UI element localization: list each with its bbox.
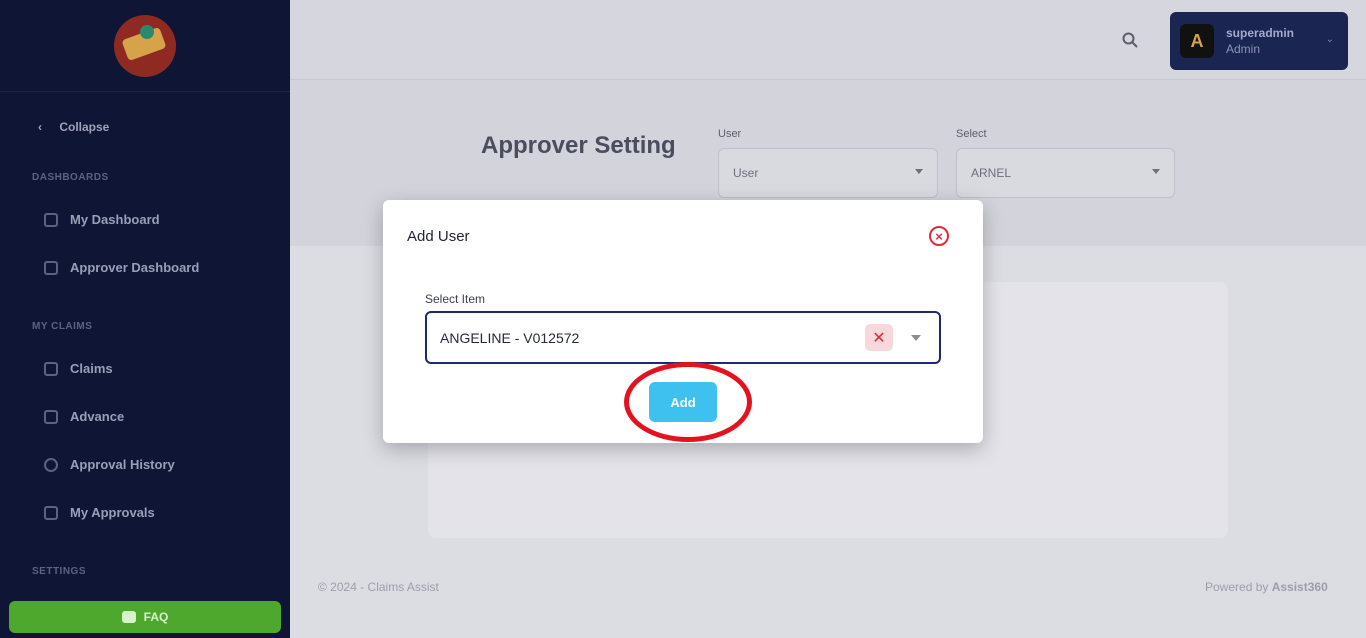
clear-selection-icon[interactable]: ✕ xyxy=(865,324,893,351)
sidebar-item-my-approvals[interactable]: My Approvals xyxy=(44,505,155,520)
user-filter-value: User xyxy=(733,166,759,180)
sidebar-item-approval-history[interactable]: Approval History xyxy=(44,457,175,472)
select-item-dropdown[interactable]: ANGELINE - V012572 ✕ xyxy=(425,311,941,364)
select-filter-select[interactable]: ARNEL xyxy=(956,148,1175,198)
section-label-settings: SETTINGS xyxy=(32,566,87,577)
page-title: Approver Setting xyxy=(481,132,676,159)
collapse-button[interactable]: ‹ Collapse xyxy=(38,120,109,134)
dashboard-icon xyxy=(44,212,58,227)
chevron-left-icon: ‹ xyxy=(38,120,42,134)
user-role: Admin xyxy=(1226,42,1261,56)
select-filter-label: Select xyxy=(956,128,987,140)
add-button[interactable]: Add xyxy=(649,382,717,422)
powered-brand-link[interactable]: Assist360 xyxy=(1272,580,1328,594)
add-user-modal: Add User × Select Item ANGELINE - V01257… xyxy=(383,200,983,443)
clock-icon xyxy=(44,457,58,472)
chevron-down-icon xyxy=(915,169,923,174)
modal-title: Add User xyxy=(407,228,470,245)
sidebar-item-label: Approval History xyxy=(70,457,175,472)
sidebar-item-label: Claims xyxy=(70,361,113,376)
footer-powered-by: Powered by Assist360 xyxy=(1205,580,1328,594)
app-logo[interactable] xyxy=(114,14,176,77)
close-icon[interactable]: × xyxy=(929,226,949,246)
chevron-down-icon[interactable] xyxy=(911,335,921,341)
sidebar-item-label: Advance xyxy=(70,409,125,424)
top-header: A superadmin Admin ⌄ xyxy=(290,0,1366,80)
avatar: A xyxy=(1180,24,1214,58)
section-label-my-claims: MY CLAIMS xyxy=(32,321,93,332)
powered-prefix: Powered by xyxy=(1205,580,1272,594)
document-icon xyxy=(44,260,58,275)
user-name: superadmin xyxy=(1226,26,1295,40)
document-icon xyxy=(44,409,58,424)
select-filter-value: ARNEL xyxy=(971,166,1012,180)
collapse-label: Collapse xyxy=(59,120,110,134)
faq-button[interactable]: FAQ xyxy=(9,601,281,633)
sidebar-item-my-dashboard[interactable]: My Dashboard xyxy=(44,212,160,227)
sidebar: ‹ Collapse DASHBOARDS My Dashboard Appro… xyxy=(0,0,290,638)
select-item-label: Select Item xyxy=(425,292,486,306)
document-icon xyxy=(44,505,58,520)
user-filter-select[interactable]: User xyxy=(718,148,938,198)
search-icon[interactable] xyxy=(1122,32,1138,48)
claims-icon xyxy=(44,361,58,376)
selected-value: ANGELINE - V012572 xyxy=(440,329,580,346)
chevron-down-icon xyxy=(1152,169,1160,174)
sidebar-item-label: Approver Dashboard xyxy=(70,260,200,275)
logo-area xyxy=(0,0,290,92)
chevron-down-icon: ⌄ xyxy=(1325,34,1334,45)
sidebar-item-label: My Approvals xyxy=(70,505,155,520)
sidebar-item-advance[interactable]: Advance xyxy=(44,409,124,424)
sidebar-item-claims[interactable]: Claims xyxy=(44,361,113,376)
sidebar-item-approver-dashboard[interactable]: Approver Dashboard xyxy=(44,260,199,275)
faq-label: FAQ xyxy=(143,610,169,624)
section-label-dashboards: DASHBOARDS xyxy=(32,172,109,183)
user-menu[interactable]: A superadmin Admin ⌄ xyxy=(1170,12,1348,70)
footer-copyright: © 2024 - Claims Assist xyxy=(318,580,439,594)
sidebar-item-label: My Dashboard xyxy=(70,212,160,227)
user-info: superadmin Admin xyxy=(1226,25,1294,57)
user-filter-label: User xyxy=(718,128,742,140)
chat-icon xyxy=(121,611,136,623)
